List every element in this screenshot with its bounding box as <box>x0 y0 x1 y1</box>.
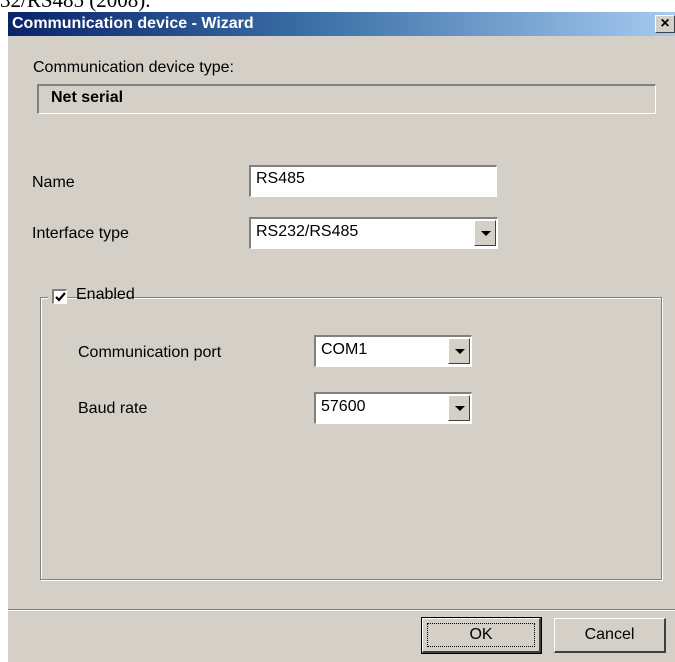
footer-divider-highlight <box>8 610 675 611</box>
baud-rate-value: 57600 <box>321 398 366 415</box>
close-icon: × <box>660 15 670 32</box>
close-button[interactable]: × <box>655 15 675 33</box>
name-label: Name <box>32 174 75 191</box>
document-text-fragment: 32/RS485 (2008). <box>0 0 151 12</box>
interface-type-select[interactable]: RS232/RS485 <box>249 217 498 249</box>
interface-type-value: RS232/RS485 <box>256 223 359 240</box>
enabled-label: Enabled <box>76 286 135 303</box>
checkmark-icon <box>55 292 66 302</box>
communication-port-value: COM1 <box>321 341 368 358</box>
communication-port-select[interactable]: COM1 <box>314 335 472 367</box>
enabled-checkbox[interactable] <box>52 289 67 304</box>
interface-type-label: Interface type <box>32 225 129 242</box>
communication-port-label: Communication port <box>78 344 222 361</box>
baud-rate-select[interactable]: 57600 <box>314 392 472 424</box>
baud-rate-label: Baud rate <box>78 400 148 417</box>
device-type-label: Communication device type: <box>33 59 234 76</box>
chevron-down-icon[interactable] <box>474 220 496 246</box>
enabled-checkbox-row[interactable]: Enabled <box>48 284 135 310</box>
device-type-display: Net serial <box>37 84 656 114</box>
name-field[interactable]: RS485 <box>249 165 497 197</box>
focus-rectangle <box>427 623 535 647</box>
device-type-value: Net serial <box>51 89 124 106</box>
ok-button[interactable]: OK <box>421 617 542 654</box>
cancel-button[interactable]: Cancel <box>554 618 666 653</box>
window-title: Communication device - Wizard <box>12 15 254 32</box>
title-bar: Communication device - Wizard × <box>8 12 675 36</box>
chevron-down-icon[interactable] <box>448 338 470 364</box>
wizard-dialog: Communication device - Wizard × Communic… <box>8 12 675 662</box>
cancel-button-label: Cancel <box>584 626 635 643</box>
chevron-down-icon[interactable] <box>448 395 470 421</box>
